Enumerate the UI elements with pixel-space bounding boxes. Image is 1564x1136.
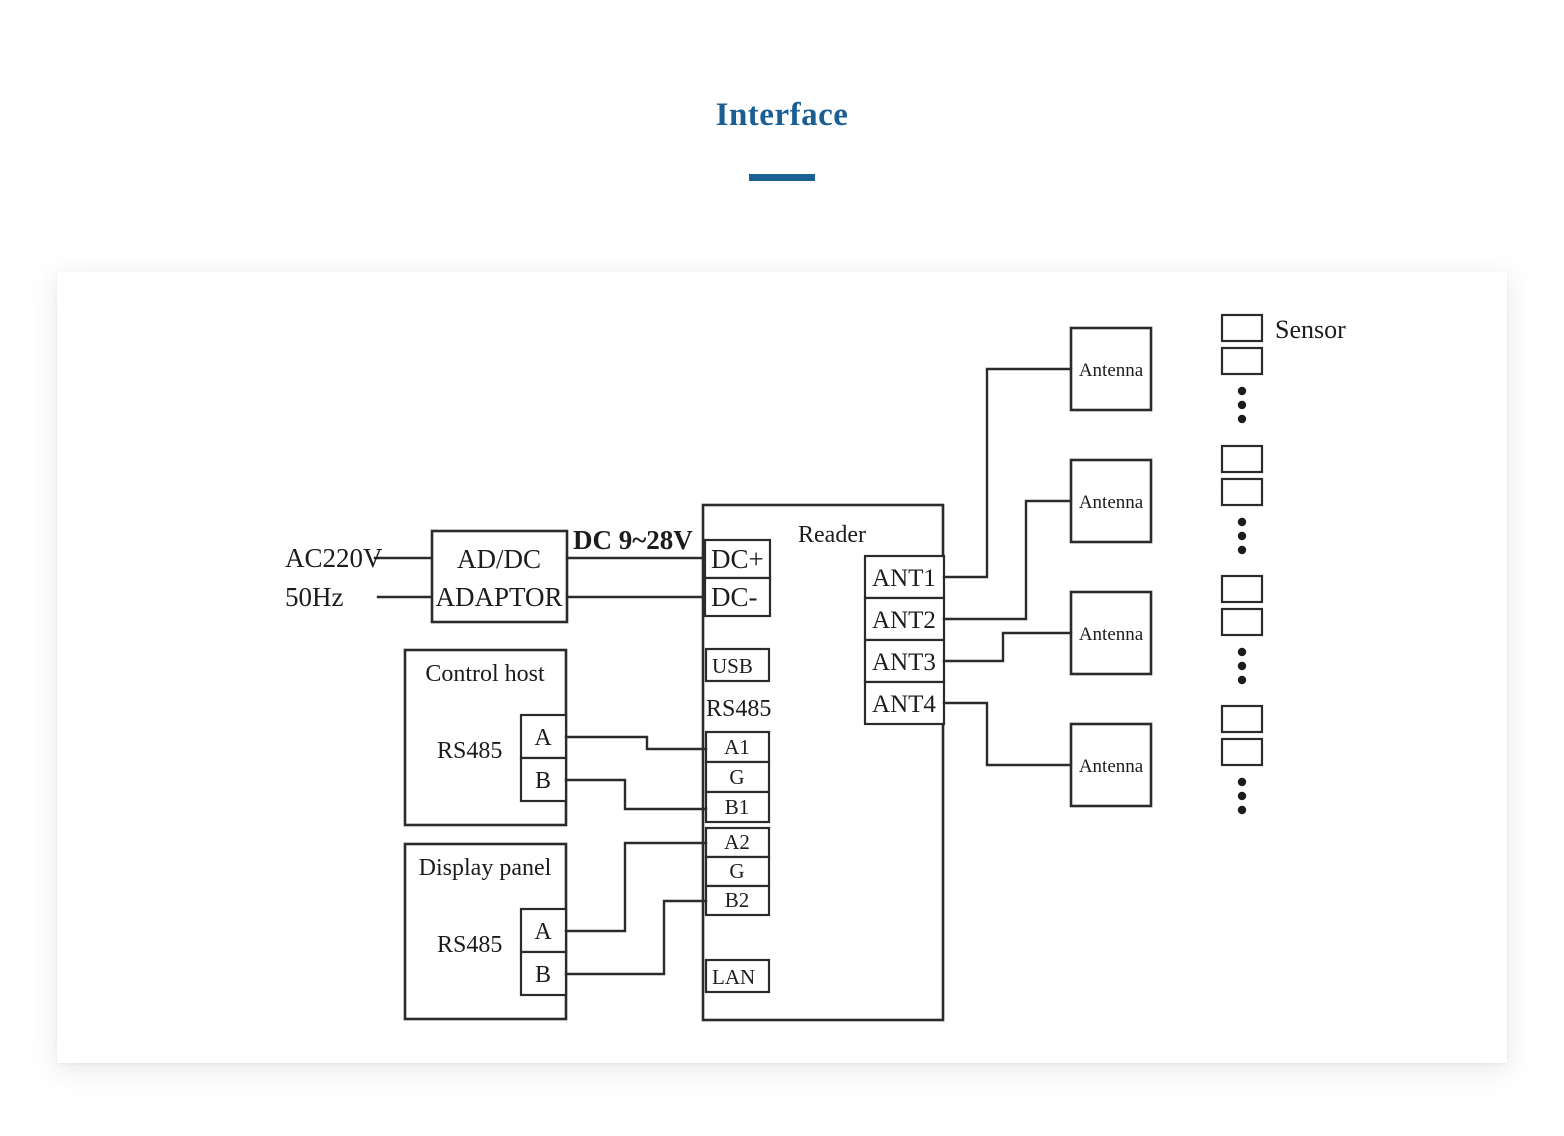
- wire-ant4-to-antenna4: [942, 701, 1073, 767]
- sensor-ellipsis-dot-1-3: [1237, 414, 1247, 424]
- label-control-host-b: B: [535, 768, 551, 794]
- label-antenna-2: Antenna: [1079, 492, 1144, 513]
- wire-ant1-to-antenna1: [942, 367, 1073, 579]
- sensor-box-1-2: [1220, 346, 1264, 376]
- sensor-ellipsis-dot-2-2: [1237, 531, 1247, 541]
- label-control-host-a: A: [534, 725, 552, 751]
- wire-display-a-to-a2: [564, 841, 708, 933]
- sensor-box-3-2: [1220, 607, 1264, 637]
- label-display-panel-a: A: [534, 919, 552, 945]
- label-reader-title: Reader: [798, 522, 866, 548]
- sensor-ellipsis-dot-1-2: [1237, 400, 1247, 410]
- label-ac220v: AC220V: [285, 543, 383, 573]
- sensor-ellipsis-dot-4-3: [1237, 805, 1247, 815]
- label-ant1: ANT1: [872, 565, 936, 592]
- label-display-panel-rs485: RS485: [437, 932, 502, 958]
- label-control-host-title: Control host: [425, 661, 545, 687]
- label-antenna-1: Antenna: [1079, 360, 1144, 381]
- sensor-box-3-1: [1220, 574, 1264, 604]
- label-control-host-rs485: RS485: [437, 738, 502, 764]
- title-underline-rule: [749, 173, 815, 181]
- label-antenna-3: Antenna: [1079, 624, 1144, 645]
- label-reader-rs485: RS485: [706, 696, 771, 722]
- sensor-box-1-1: [1220, 313, 1264, 343]
- label-ant4: ANT4: [872, 691, 936, 718]
- label-ant3: ANT3: [872, 649, 936, 676]
- sensor-ellipsis-dot-2-1: [1237, 517, 1247, 527]
- wire-control-b-to-b1: [564, 778, 708, 811]
- label-usb: USB: [712, 654, 753, 678]
- label-sensor: Sensor: [1275, 315, 1346, 344]
- label-dc-minus: DC-: [711, 582, 758, 612]
- label-g1: G: [729, 765, 744, 789]
- sensor-ellipsis-dot-1-1: [1237, 386, 1247, 396]
- sensor-ellipsis-dot-4-2: [1237, 791, 1247, 801]
- wire-control-a-to-a1: [564, 735, 708, 751]
- label-b1: B1: [725, 795, 750, 819]
- label-display-panel-b: B: [535, 962, 551, 988]
- page-root: Interface AC220V 50Hz AD/DC ADAPTOR DC 9…: [0, 0, 1564, 1136]
- wire-display-b-to-b2: [564, 899, 708, 976]
- sensor-box-4-1: [1220, 704, 1264, 734]
- sensor-box-4-2: [1220, 737, 1264, 767]
- label-adapter-line2: ADAPTOR: [435, 582, 562, 612]
- page-title: Interface: [715, 97, 849, 133]
- sensor-ellipsis-dot-3-2: [1237, 661, 1247, 671]
- wire-ant3-to-antenna3: [942, 631, 1073, 663]
- sensor-box-2-1: [1220, 444, 1264, 474]
- label-display-panel-title: Display panel: [419, 855, 552, 881]
- sensor-ellipsis-dot-3-3: [1237, 675, 1247, 685]
- sensor-ellipsis-dot-3-1: [1237, 647, 1247, 657]
- label-antenna-4: Antenna: [1079, 756, 1144, 777]
- wire-ant2-to-antenna2: [942, 499, 1073, 621]
- label-dc-plus: DC+: [711, 544, 764, 574]
- sensor-box-2-2: [1220, 477, 1264, 507]
- label-a1: A1: [724, 735, 750, 759]
- diagram-panel: AC220V 50Hz AD/DC ADAPTOR DC 9~28V Reade…: [57, 272, 1507, 1063]
- label-dc-output-voltage: DC 9~28V: [573, 525, 693, 555]
- sensor-ellipsis-dot-2-3: [1237, 545, 1247, 555]
- label-b2: B2: [725, 888, 750, 912]
- label-a2: A2: [724, 830, 750, 854]
- interface-diagram: AC220V 50Hz AD/DC ADAPTOR DC 9~28V Reade…: [57, 272, 1507, 1063]
- label-lan: LAN: [712, 965, 755, 989]
- label-adapter-line1: AD/DC: [457, 544, 541, 574]
- label-ant2: ANT2: [872, 607, 936, 634]
- page-header: Interface: [0, 96, 1564, 181]
- label-g2: G: [729, 859, 744, 883]
- sensor-ellipsis-dot-4-1: [1237, 777, 1247, 787]
- label-50hz: 50Hz: [285, 582, 343, 612]
